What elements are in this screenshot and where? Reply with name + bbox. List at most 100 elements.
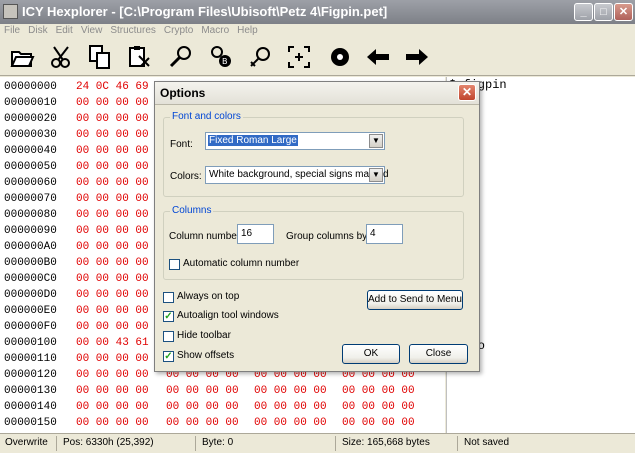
copy-icon[interactable] bbox=[87, 44, 113, 70]
menu-structures[interactable]: Structures bbox=[106, 24, 160, 38]
dialog-title-bar: Options ✕ bbox=[155, 82, 479, 105]
chevron-down-icon[interactable]: ▼ bbox=[369, 168, 383, 182]
hex-offset: 00000120 bbox=[4, 369, 57, 381]
dialog-close-icon[interactable]: ✕ bbox=[458, 84, 476, 101]
close-button[interactable]: ✕ bbox=[614, 3, 633, 21]
close-dialog-button[interactable]: Close bbox=[409, 344, 468, 364]
svg-text:B: B bbox=[222, 57, 228, 66]
hex-group-1: 00 00 00 00 bbox=[76, 161, 149, 173]
maximize-button[interactable]: □ bbox=[594, 3, 613, 21]
hex-offset: 00000070 bbox=[4, 193, 57, 205]
auto-column-checkbox[interactable] bbox=[169, 259, 180, 270]
hex-group-1: 00 00 00 00 bbox=[76, 353, 149, 365]
zoom-icon[interactable] bbox=[248, 44, 274, 70]
hex-group-3: 00 00 00 00 bbox=[254, 401, 327, 413]
menu-edit[interactable]: Edit bbox=[52, 24, 77, 38]
hex-group-1: 00 00 00 00 bbox=[76, 385, 149, 397]
hex-group-1: 00 00 00 00 bbox=[76, 257, 149, 269]
menu-crypto[interactable]: Crypto bbox=[160, 24, 197, 38]
hex-group-1: 00 00 00 00 bbox=[76, 113, 149, 125]
dialog-title: Options bbox=[160, 86, 206, 100]
hex-offset: 00000090 bbox=[4, 225, 57, 237]
hex-group-1: 00 00 00 00 bbox=[76, 369, 149, 381]
hex-offset: 00000060 bbox=[4, 177, 57, 189]
menu-macro[interactable]: Macro bbox=[197, 24, 233, 38]
forward-arrow-icon[interactable] bbox=[404, 44, 430, 70]
always-on-top-checkbox[interactable] bbox=[163, 292, 174, 303]
toolbar: B bbox=[0, 38, 635, 76]
hex-group-1: 00 00 00 00 bbox=[76, 321, 149, 333]
hex-group-1: 00 00 00 00 bbox=[76, 177, 149, 189]
colors-label: Colors: bbox=[170, 171, 202, 182]
font-select-value: Fixed Roman Large bbox=[208, 135, 298, 146]
autoalign-checkbox[interactable]: ✓ bbox=[163, 311, 174, 322]
columns-group: Columns bbox=[163, 205, 464, 280]
column-number-value: 16 bbox=[241, 228, 253, 239]
hide-toolbar-checkbox[interactable] bbox=[163, 331, 174, 342]
hex-offset: 000000D0 bbox=[4, 289, 57, 301]
hex-offset: 00000080 bbox=[4, 209, 57, 221]
hex-group-1: 00 00 00 00 bbox=[76, 129, 149, 141]
replace-icon[interactable]: B bbox=[208, 44, 234, 70]
hex-offset: 00000100 bbox=[4, 337, 57, 349]
hex-group-1: 00 00 00 00 bbox=[76, 305, 149, 317]
menu-bar: File Disk Edit View Structures Crypto Macro Hel… bbox=[0, 24, 635, 38]
colors-select[interactable]: White background, special signs marked ▼ bbox=[205, 166, 389, 184]
status-mode: Overwrite bbox=[5, 437, 48, 448]
add-to-send-to-button[interactable]: Add to Send to Menu bbox=[367, 290, 463, 310]
status-size: Size: 165,668 bytes bbox=[342, 437, 430, 448]
cut-icon[interactable] bbox=[49, 44, 75, 70]
column-number-input[interactable]: 16 bbox=[237, 224, 274, 244]
hex-offset: 000000F0 bbox=[4, 321, 57, 333]
minimize-button[interactable]: _ bbox=[574, 3, 593, 21]
options-dialog: Options ✕ Font and colors Font: Fixed Ro… bbox=[154, 81, 480, 372]
open-icon[interactable] bbox=[9, 44, 35, 70]
group-columns-label: Group columns by: bbox=[286, 231, 370, 242]
show-offsets-checkbox[interactable]: ✓ bbox=[163, 351, 174, 362]
paste-icon[interactable] bbox=[127, 44, 153, 70]
hide-toolbar-label: Hide toolbar bbox=[177, 330, 231, 341]
hex-offset: 00000030 bbox=[4, 129, 57, 141]
hex-group-1: 00 00 00 00 bbox=[76, 193, 149, 205]
hex-group-4: 00 00 00 00 bbox=[342, 417, 415, 429]
hex-group-3: 00 00 00 00 bbox=[254, 417, 327, 429]
chevron-down-icon[interactable]: ▼ bbox=[369, 134, 383, 148]
hex-offset: 00000040 bbox=[4, 145, 57, 157]
hex-group-1: 00 00 00 00 bbox=[76, 209, 149, 221]
window-title: ICY Hexplorer - [C:\Program Files\Ubisof… bbox=[22, 4, 388, 19]
status-position: Pos: 6330h (25,392) bbox=[63, 437, 154, 448]
menu-disk[interactable]: Disk bbox=[24, 24, 51, 38]
back-arrow-icon[interactable] bbox=[365, 44, 391, 70]
font-colors-group: Font and colors bbox=[163, 111, 464, 197]
hex-offset: 00000150 bbox=[4, 417, 57, 429]
goto-icon[interactable] bbox=[286, 44, 312, 70]
menu-file[interactable]: File bbox=[0, 24, 24, 38]
hex-group-2: 00 00 00 00 bbox=[166, 385, 239, 397]
hex-offset: 00000000 bbox=[4, 81, 57, 93]
auto-column-label: Automatic column number bbox=[183, 258, 300, 269]
hex-offset: 00000130 bbox=[4, 385, 57, 397]
record-icon[interactable] bbox=[327, 44, 353, 70]
menu-view[interactable]: View bbox=[77, 24, 107, 38]
search-icon[interactable] bbox=[168, 44, 194, 70]
hex-group-2: 00 00 00 00 bbox=[166, 401, 239, 413]
ok-button[interactable]: OK bbox=[342, 344, 400, 364]
hex-group-1: 00 00 00 00 bbox=[76, 273, 149, 285]
hex-group-1: 00 00 43 61 bbox=[76, 337, 149, 349]
hex-offset: 00000110 bbox=[4, 353, 57, 365]
hex-group-1: 00 00 00 00 bbox=[76, 289, 149, 301]
hex-group-1: 00 00 00 00 bbox=[76, 225, 149, 237]
hex-offset: 000000C0 bbox=[4, 273, 57, 285]
menu-help[interactable]: Help bbox=[233, 24, 262, 38]
title-bar: ICY Hexplorer - [C:\Program Files\Ubisof… bbox=[0, 0, 635, 24]
column-number-label: Column number: bbox=[169, 231, 243, 242]
hex-group-2: 00 00 00 00 bbox=[166, 417, 239, 429]
hex-offset: 00000010 bbox=[4, 97, 57, 109]
hex-group-1: 00 00 00 00 bbox=[76, 417, 149, 429]
colors-select-value: White background, special signs marked bbox=[209, 169, 389, 180]
status-byte: Byte: 0 bbox=[202, 437, 234, 448]
hex-group-1: 00 00 00 00 bbox=[76, 401, 149, 413]
font-select[interactable]: Fixed Roman Large ▼ bbox=[205, 132, 385, 150]
group-columns-input[interactable]: 4 bbox=[366, 224, 403, 244]
hex-group-1: 24 0C 46 69 bbox=[76, 81, 149, 93]
